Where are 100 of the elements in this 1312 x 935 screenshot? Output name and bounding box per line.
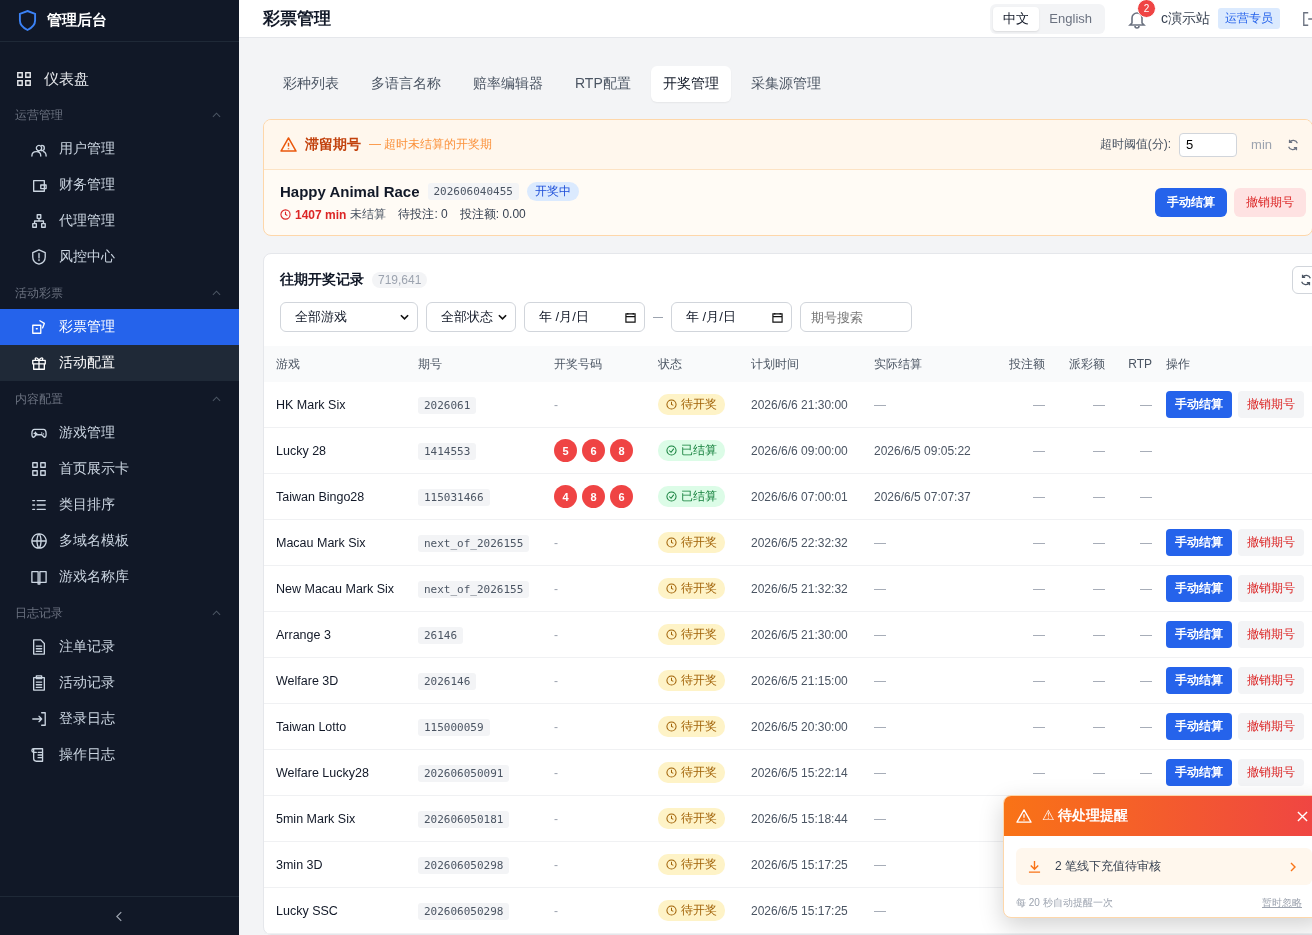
sidebar-item[interactable]: 代理管理	[0, 203, 239, 239]
sidebar-item[interactable]: 类目排序	[0, 487, 239, 523]
game-cell-text: Macau Mark Six	[276, 535, 367, 550]
sidebar-item[interactable]: 注单记录	[0, 629, 239, 665]
language-option[interactable]: English	[1039, 6, 1102, 31]
settle-button[interactable]: 手动结算	[1166, 713, 1232, 740]
settle-button[interactable]: 手动结算	[1166, 667, 1232, 694]
game-cell-text: Taiwan Bingo28	[276, 489, 366, 504]
shield-logo-icon	[18, 10, 37, 31]
issue-search-field[interactable]: 期号搜索	[800, 302, 912, 332]
status-tag: 已结算	[658, 440, 725, 461]
cancel-button[interactable]: 撤销期号	[1238, 575, 1304, 602]
history-title: 往期开奖记录	[280, 271, 364, 289]
tab[interactable]: 开奖管理	[650, 66, 731, 102]
wallet-icon	[31, 177, 47, 193]
sidebar-item[interactable]: 首页展示卡	[0, 451, 239, 487]
tab[interactable]: 赔率编辑器	[461, 66, 555, 102]
settled-time-cell-text: —	[874, 581, 887, 596]
cancel-button[interactable]: 撤销期号	[1238, 391, 1304, 418]
status-tag: 待开奖	[658, 578, 725, 599]
cancel-button[interactable]: 撤销期号	[1238, 529, 1304, 556]
rtp-cell: —	[1140, 765, 1152, 780]
sidebar-item[interactable]: 活动记录	[0, 665, 239, 701]
status-tag: 待开奖	[658, 854, 725, 875]
column-header: 实际结算	[874, 355, 923, 373]
cancel-button[interactable]: 撤销期号	[1238, 621, 1304, 648]
sidebar-item[interactable]: 游戏管理	[0, 415, 239, 451]
settled-time-cell-text: —	[874, 673, 887, 688]
tab[interactable]: 彩种列表	[271, 66, 351, 102]
planned-time-cell-text: 2026/6/6 07:00:01	[751, 489, 849, 504]
collapse-icon[interactable]	[116, 910, 123, 922]
role-tag: 运营专员	[1218, 8, 1280, 29]
sidebar-group-header[interactable]: 内容配置	[0, 383, 239, 415]
app-title: 管理后台	[47, 11, 107, 30]
bet-amount-cell: —	[1033, 397, 1045, 412]
status-select[interactable]: 全部状态	[426, 302, 516, 332]
cancel-button[interactable]: 撤销期号	[1238, 713, 1304, 740]
settle-button[interactable]: 手动结算	[1166, 391, 1232, 418]
cancel-button[interactable]: 撤销期号	[1238, 667, 1304, 694]
sidebar-group-header[interactable]: 日志记录	[0, 597, 239, 629]
planned-time-cell-text: 2026/6/5 20:30:00	[751, 719, 849, 734]
settle-button[interactable]: 手动结算	[1166, 529, 1232, 556]
stuck-subtitle: — 超时未结算的开奖期	[369, 136, 493, 153]
notification-badge: 2	[1137, 0, 1156, 18]
number-ball: 6	[582, 439, 605, 462]
settle-button[interactable]: 手动结算	[1166, 575, 1232, 602]
settle-button[interactable]: 手动结算	[1166, 621, 1232, 648]
issue-number: 202606040455	[427, 183, 519, 200]
status-tag: 待开奖	[658, 532, 725, 553]
sidebar-group-header[interactable]: 活动彩票	[0, 277, 239, 309]
draw-result: -	[554, 627, 558, 642]
tab[interactable]: RTP配置	[563, 66, 643, 102]
cancel-button[interactable]: 撤销期号	[1238, 759, 1304, 786]
threshold-field[interactable]: 5	[1179, 132, 1238, 157]
settled-time-cell-text: —	[874, 765, 887, 780]
close-icon[interactable]	[1297, 810, 1308, 822]
sidebar-item[interactable]: 登录日志	[0, 701, 239, 737]
settle-button[interactable]: 手动结算	[1166, 759, 1232, 786]
sidebar-item[interactable]: 风控中心	[0, 239, 239, 275]
cancel-button[interactable]: 撤销期号	[1234, 188, 1306, 217]
sidebar-item[interactable]: 操作日志	[0, 737, 239, 773]
count-badge: 719,641	[372, 272, 428, 288]
sidebar-item[interactable]: 仪表盘	[0, 61, 239, 97]
status-tag: 待开奖	[658, 808, 725, 829]
rtp-cell: —	[1140, 627, 1152, 642]
rtp-cell: —	[1140, 397, 1152, 412]
sidebar-item[interactable]: 多域名模板	[0, 523, 239, 559]
language-option[interactable]: 中文	[993, 6, 1040, 31]
sidebar-item[interactable]: 游戏名称库	[0, 559, 239, 595]
game-select[interactable]: 全部游戏	[280, 302, 418, 332]
sidebar-item[interactable]: 活动配置	[0, 345, 239, 381]
warning-icon	[1016, 809, 1032, 823]
draw-result: -	[554, 903, 558, 918]
sidebar-item[interactable]: 财务管理	[0, 167, 239, 203]
issue-number: 1414553	[418, 442, 477, 460]
reminder-item[interactable]: 2 笔线下充值待审核	[1016, 848, 1312, 885]
bet-amount-cell: —	[1033, 581, 1045, 596]
sidebar-group-header[interactable]: 运营管理	[0, 99, 239, 131]
payout-cell: —	[1093, 765, 1105, 780]
globe-icon	[31, 533, 47, 549]
date-field[interactable]: 年 /月/日	[671, 302, 792, 332]
planned-time-cell-text: 2026/6/5 21:30:00	[751, 627, 849, 642]
planned-time-cell-text: 2026/6/5 22:32:32	[751, 535, 849, 550]
tab[interactable]: 采集源管理	[738, 66, 833, 102]
column-header: 游戏	[276, 355, 301, 373]
book-icon	[31, 569, 47, 585]
planned-time-cell-text: 2026/6/6 21:30:00	[751, 397, 849, 412]
settled-time-cell-text: —	[874, 857, 887, 872]
tab[interactable]: 多语言名称	[359, 66, 453, 102]
sidebar-item[interactable]: 用户管理	[0, 131, 239, 167]
refresh-button[interactable]	[1292, 266, 1312, 294]
planned-time-cell-text: 2026/6/6 09:00:00	[751, 443, 849, 458]
draw-result: -	[554, 397, 558, 412]
settle-button[interactable]: 手动结算	[1155, 188, 1227, 217]
date-field[interactable]: 年 /月/日	[524, 302, 645, 332]
number-ball: 5	[554, 439, 577, 462]
refresh-icon[interactable]	[1286, 137, 1300, 152]
overdue-note: 未结算	[350, 206, 387, 223]
issue-number: 202606050091	[418, 764, 510, 782]
sidebar-item[interactable]: 彩票管理	[0, 309, 239, 345]
